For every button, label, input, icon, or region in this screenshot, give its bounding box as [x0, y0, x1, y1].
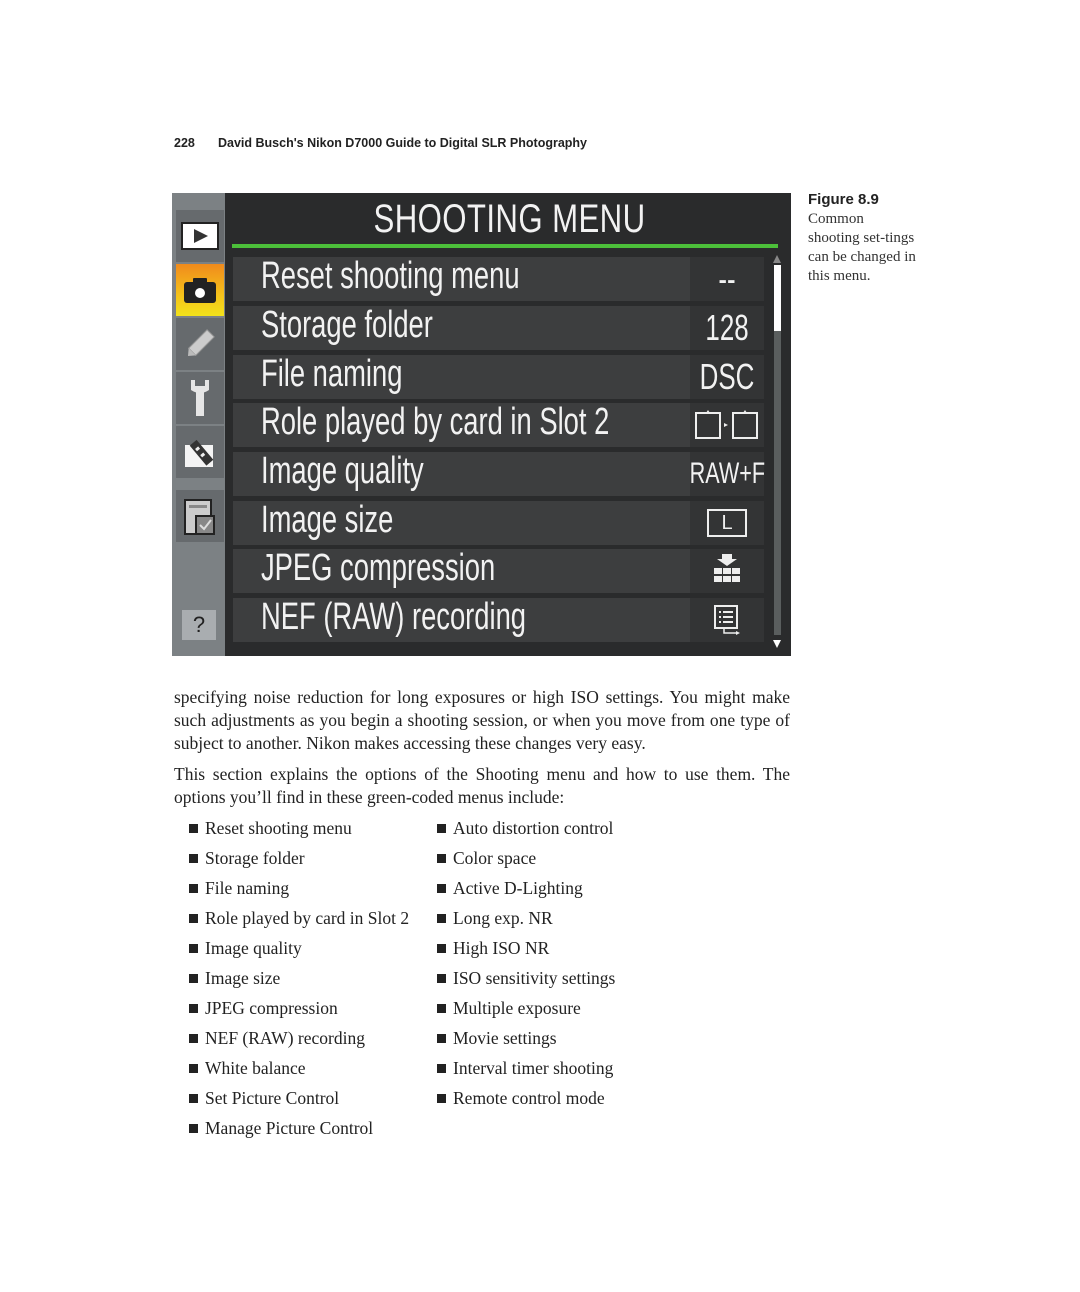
nef-recording-icon [714, 605, 740, 635]
figure-caption: Figure 8.9 Common shooting set-tings can… [808, 191, 918, 286]
scroll-down-arrow[interactable] [773, 640, 781, 648]
list-item: Active D-Lighting [437, 877, 615, 907]
menu-item-value: DSC [690, 355, 764, 399]
playback-icon [181, 222, 219, 250]
scroll-up-arrow[interactable] [773, 255, 781, 263]
menu-item-label: JPEG compression [261, 547, 496, 589]
menu-item-file-naming[interactable]: File naming DSC [233, 353, 764, 399]
running-header: 228 David Busch's Nikon D7000 Guide to Di… [174, 136, 587, 150]
menu-item-value: -- [690, 257, 764, 301]
bullet-list-right: Auto distortion control Color space Acti… [437, 817, 615, 1117]
list-item: Interval timer shooting [437, 1057, 615, 1087]
list-item: Auto distortion control [437, 817, 615, 847]
list-item: Remote control mode [437, 1087, 615, 1117]
menu-item-label: NEF (RAW) recording [261, 596, 527, 638]
menu-item-value [690, 403, 764, 447]
menu-item-value: 128 [690, 306, 764, 350]
list-item: Image quality [189, 937, 409, 967]
wrench-icon [191, 380, 209, 416]
menu-color-bar [232, 244, 778, 248]
list-item: Manage Picture Control [189, 1117, 409, 1147]
list-item: Reset shooting menu [189, 817, 409, 847]
slot-overflow-icon [695, 410, 758, 439]
list-item: White balance [189, 1057, 409, 1087]
menu-item-slot2-role[interactable]: Role played by card in Slot 2 [233, 401, 764, 447]
list-item: Set Picture Control [189, 1087, 409, 1117]
menu-item-label: Image size [261, 499, 394, 541]
menu-item-value [690, 549, 764, 593]
list-item: NEF (RAW) recording [189, 1027, 409, 1057]
help-button[interactable]: ? [182, 610, 216, 640]
figure-number: Figure 8.9 [808, 191, 879, 208]
camera-menu-screenshot: ? SHOOTING MENU Reset shooting menu -- S… [172, 193, 791, 656]
retouch-icon [185, 439, 214, 467]
menu-item-image-quality[interactable]: Image quality RAW+F [233, 450, 765, 496]
list-item: Long exp. NR [437, 907, 615, 937]
menu-item-value: L [690, 501, 764, 545]
image-size-large-icon: L [707, 509, 747, 537]
menu-item-image-size[interactable]: Image size L [233, 499, 764, 545]
sidebar-shooting[interactable] [176, 264, 224, 316]
menu-item-label: Reset shooting menu [261, 255, 520, 297]
sidebar-retouch[interactable] [176, 426, 224, 478]
list-item: JPEG compression [189, 997, 409, 1027]
book-title: David Busch's Nikon D7000 Guide to Digit… [218, 136, 588, 150]
menu-sidebar: ? [172, 193, 225, 656]
bullet-list-left: Reset shooting menu Storage folder File … [189, 817, 409, 1147]
compression-icon [714, 554, 740, 582]
list-item: Movie settings [437, 1027, 615, 1057]
menu-item-value: RAW+F [689, 452, 765, 496]
menu-item-label: Image quality [261, 450, 424, 492]
body-paragraph: specifying noise reduction for long expo… [174, 687, 790, 753]
body-paragraph: This section explains the options of the… [174, 764, 790, 807]
sidebar-custom[interactable] [176, 318, 224, 370]
list-item: Storage folder [189, 847, 409, 877]
figure-caption-text: Common shooting set-tings can be changed… [808, 211, 916, 284]
list-item: ISO sensitivity settings [437, 967, 615, 997]
list-item: Role played by card in Slot 2 [189, 907, 409, 937]
sidebar-my-menu[interactable] [176, 490, 224, 542]
menu-item-label: File naming [261, 353, 403, 395]
list-item: Image size [189, 967, 409, 997]
page-number: 228 [174, 136, 195, 150]
list-item: Color space [437, 847, 615, 877]
list-item: High ISO NR [437, 937, 615, 967]
my-menu-icon [184, 499, 215, 535]
camera-icon [184, 278, 216, 303]
scrollbar-thumb[interactable] [774, 265, 781, 331]
sidebar-setup[interactable] [176, 372, 224, 424]
pencil-icon [187, 329, 215, 357]
menu-item-reset[interactable]: Reset shooting menu -- [233, 255, 764, 301]
list-item: Multiple exposure [437, 997, 615, 1027]
menu-item-label: Storage folder [261, 304, 433, 346]
menu-title: SHOOTING MENU [373, 197, 646, 241]
menu-item-label: Role played by card in Slot 2 [261, 401, 610, 443]
sidebar-playback[interactable] [176, 210, 224, 262]
list-item: File naming [189, 877, 409, 907]
menu-item-storage-folder[interactable]: Storage folder 128 [233, 304, 764, 350]
menu-item-value [690, 598, 764, 642]
menu-item-nef-recording[interactable]: NEF (RAW) recording [233, 596, 764, 642]
menu-item-jpeg-compression[interactable]: JPEG compression [233, 547, 764, 593]
